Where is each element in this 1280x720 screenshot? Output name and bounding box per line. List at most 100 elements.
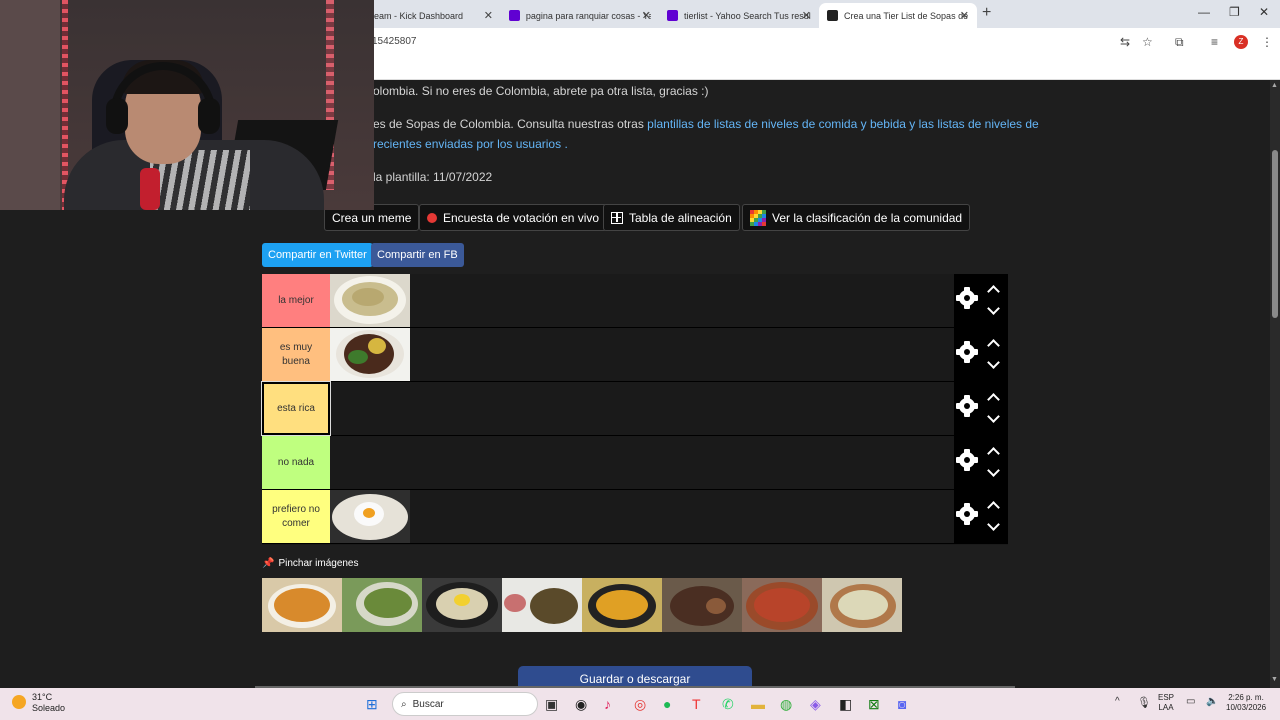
discord-icon[interactable]: ◙	[898, 696, 906, 712]
chevron-down-icon[interactable]	[987, 356, 1000, 369]
restore-icon[interactable]: ❐	[1229, 5, 1240, 19]
bookmark-star-icon[interactable]: ☆	[1142, 35, 1153, 49]
live-poll-button[interactable]: Encuesta de votación en vivo	[419, 204, 608, 231]
chevron-up-icon[interactable]	[987, 393, 1000, 406]
tier-row[interactable]: es muy buena	[262, 328, 1008, 382]
windows-start-icon[interactable]: ⊞	[366, 696, 378, 713]
save-download-button[interactable]: Guardar o descargar	[518, 666, 752, 688]
scroll-up-icon[interactable]: ▲	[1271, 82, 1278, 89]
minimize-icon[interactable]: —	[1198, 5, 1210, 19]
close-icon[interactable]: ✕	[960, 9, 969, 22]
tier-items[interactable]	[330, 490, 410, 543]
close-icon[interactable]: ✕	[484, 9, 493, 22]
window-close-icon[interactable]: ✕	[1259, 5, 1269, 19]
clock[interactable]: 2:26 p. m. 10/03/2026	[1226, 693, 1266, 714]
chrome-icon[interactable]: ◎	[634, 696, 646, 713]
mosaic-icon	[750, 209, 766, 226]
tier-items[interactable]	[330, 328, 410, 381]
lang-bottom: LAA	[1158, 703, 1174, 713]
new-tab-icon[interactable]: +	[982, 4, 991, 22]
tier-label[interactable]: la mejor	[262, 274, 330, 327]
taskbar-search[interactable]: ⌕ Buscar	[392, 692, 538, 716]
chevron-up-icon[interactable]: ^	[1115, 696, 1120, 707]
game-app-icon[interactable]: ◈	[810, 696, 821, 713]
translate-icon[interactable]: ⇆	[1120, 35, 1130, 49]
tier-items[interactable]	[330, 274, 410, 327]
soup-image[interactable]	[422, 578, 502, 632]
tier-row[interactable]: esta rica	[261, 381, 1008, 436]
media-icon[interactable]: ≡	[1211, 35, 1218, 49]
grid-icon	[611, 211, 623, 224]
app-icon[interactable]: ◍	[780, 696, 792, 713]
app-icon-2[interactable]: ◧	[839, 696, 852, 713]
microphone-icon[interactable]: 🎙	[1137, 696, 1151, 709]
close-icon[interactable]: ✕	[642, 9, 651, 22]
chevron-down-icon[interactable]	[987, 410, 1000, 423]
language-indicator[interactable]: ESP LAA	[1158, 693, 1174, 714]
soup-image[interactable]	[742, 578, 822, 632]
task-view-icon[interactable]: ▣	[545, 696, 558, 713]
chevron-up-icon[interactable]	[987, 339, 1000, 352]
pin-images-toggle[interactable]: 📌 Pinchar imágenes	[262, 558, 359, 569]
soup-image[interactable]	[582, 578, 662, 632]
whatsapp-icon[interactable]: ✆	[722, 696, 734, 713]
spotify-icon[interactable]: ●	[663, 696, 671, 712]
create-meme-label: Crea un meme	[332, 210, 412, 225]
chevron-up-icon[interactable]	[987, 285, 1000, 298]
tier-controls	[954, 274, 1008, 328]
weather-condition: Soleado	[32, 702, 66, 713]
scroll-down-icon[interactable]: ▼	[1271, 676, 1278, 683]
chevron-up-icon[interactable]	[987, 501, 1000, 514]
tier-row[interactable]: prefiero no comer	[262, 490, 1008, 544]
extensions-icon[interactable]: ⧉	[1175, 35, 1184, 50]
tier-label[interactable]: prefiero no comer	[262, 490, 330, 543]
tier-label[interactable]: esta rica	[261, 381, 331, 436]
tier-row[interactable]: no nada	[262, 436, 1008, 490]
soup-image[interactable]	[822, 578, 902, 632]
yahoo-icon	[509, 10, 520, 21]
tier-list: la mejor es muy buena esta rica no nada …	[261, 274, 1008, 545]
xbox-icon[interactable]: ⊠	[868, 696, 880, 713]
chevron-up-icon[interactable]	[987, 447, 1000, 460]
network-icon[interactable]: ▭	[1186, 696, 1195, 707]
tier-label[interactable]: es muy buena	[262, 328, 330, 381]
yahoo-icon	[667, 10, 678, 21]
volume-icon[interactable]: 🔈	[1206, 696, 1218, 707]
share-twitter-button[interactable]: Compartir en Twitter	[262, 243, 373, 267]
folder-icon[interactable]: ▬	[751, 696, 765, 712]
weather-widget[interactable]: 31°C Soleado	[12, 692, 65, 714]
chevron-down-icon[interactable]	[987, 518, 1000, 531]
close-icon[interactable]: ✕	[802, 9, 811, 22]
community-ranking-button[interactable]: Ver la clasificación de la comunidad	[742, 204, 971, 231]
alignment-chart-button[interactable]: Tabla de alineación	[603, 204, 740, 231]
tab-kick-dashboard[interactable]: eam - Kick Dashboard ✕	[366, 3, 501, 28]
windows-taskbar: 31°C Soleado ⊞ ⌕ Buscar ▣ ◉ ♪ ◎ ● T ✆ ▬ …	[0, 688, 1280, 720]
soup-image[interactable]	[330, 274, 410, 327]
chevron-down-icon[interactable]	[987, 302, 1000, 315]
soup-image[interactable]	[502, 578, 582, 632]
soup-image[interactable]	[330, 490, 410, 543]
tab-yahoo-tierlist[interactable]: tierlist - Yahoo Search Tus resul ✕	[659, 3, 819, 28]
text-app-icon[interactable]: T	[692, 696, 701, 712]
soup-image[interactable]	[330, 328, 410, 381]
pin-images-label: Pinchar imágenes	[278, 558, 359, 569]
scroll-thumb[interactable]	[1272, 150, 1278, 318]
tiktok-icon[interactable]: ♪	[604, 696, 611, 712]
templates-link[interactable]: plantillas de listas de niveles de comid…	[647, 117, 1039, 131]
soup-image[interactable]	[262, 578, 342, 632]
webcam-overlay	[0, 0, 374, 210]
chevron-down-icon[interactable]	[987, 464, 1000, 477]
profile-avatar[interactable]: Z	[1234, 35, 1248, 49]
tab-tier-list-sopas[interactable]: Crea una Tier List de Sopas de ✕	[819, 3, 977, 28]
page-scrollbar[interactable]: ▲ ▼	[1270, 80, 1280, 688]
obs-icon[interactable]: ◉	[575, 696, 587, 713]
soup-image[interactable]	[662, 578, 742, 632]
recent-lists-link[interactable]: recientes enviadas por los usuarios .	[373, 137, 568, 151]
tab-yahoo-pagina[interactable]: pagina para ranquiar cosas - Ya ✕	[501, 3, 659, 28]
menu-icon[interactable]: ⋮	[1261, 35, 1273, 49]
soup-image[interactable]	[342, 578, 422, 632]
tier-label[interactable]: no nada	[262, 436, 330, 489]
address-bar[interactable]: 15425807	[372, 36, 417, 47]
share-facebook-button[interactable]: Compartir en FB	[371, 243, 464, 267]
tier-row[interactable]: la mejor	[262, 274, 1008, 328]
